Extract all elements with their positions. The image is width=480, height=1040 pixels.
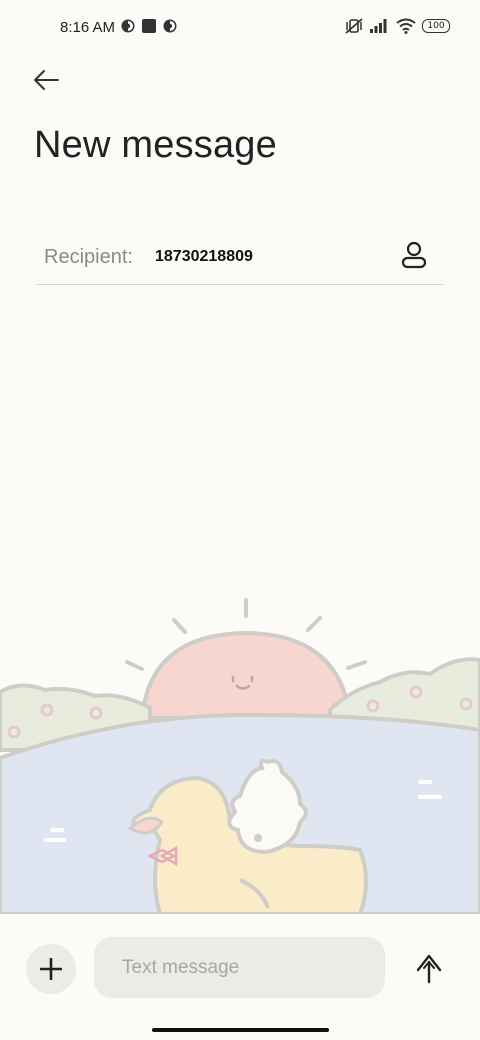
composer-bar: [0, 914, 480, 1040]
arrow-left-icon: [34, 70, 59, 90]
square-icon: [142, 19, 156, 33]
wifi-icon: [396, 18, 416, 34]
status-time: 8:16 AM: [60, 19, 116, 36]
contact-picker-button[interactable]: [400, 240, 428, 270]
battery-icon: 100: [422, 19, 450, 33]
recipient-value[interactable]: 18730218809: [155, 248, 253, 266]
muted-vibrate-icon: [345, 18, 363, 34]
wallpaper-illustration: [0, 598, 480, 914]
page-title: New message: [34, 124, 277, 166]
sync-icon: [163, 19, 177, 33]
status-icons-left: [121, 19, 177, 33]
person-icon: [401, 241, 427, 269]
signal-icon: [370, 19, 387, 33]
message-input[interactable]: [94, 937, 385, 998]
status-icons-right: 100: [344, 17, 450, 35]
add-attachment-button[interactable]: [26, 944, 76, 994]
recipient-row[interactable]: Recipient: 18730218809: [36, 232, 444, 285]
sync-icon: [121, 19, 135, 33]
home-indicator[interactable]: [152, 1028, 329, 1032]
status-bar: 8:16 AM 100: [0, 0, 480, 56]
recipient-label: Recipient:: [44, 246, 133, 268]
arrow-up-icon: [416, 954, 442, 984]
send-button[interactable]: [412, 950, 446, 986]
plus-icon: [40, 958, 62, 980]
back-button[interactable]: [30, 64, 62, 96]
